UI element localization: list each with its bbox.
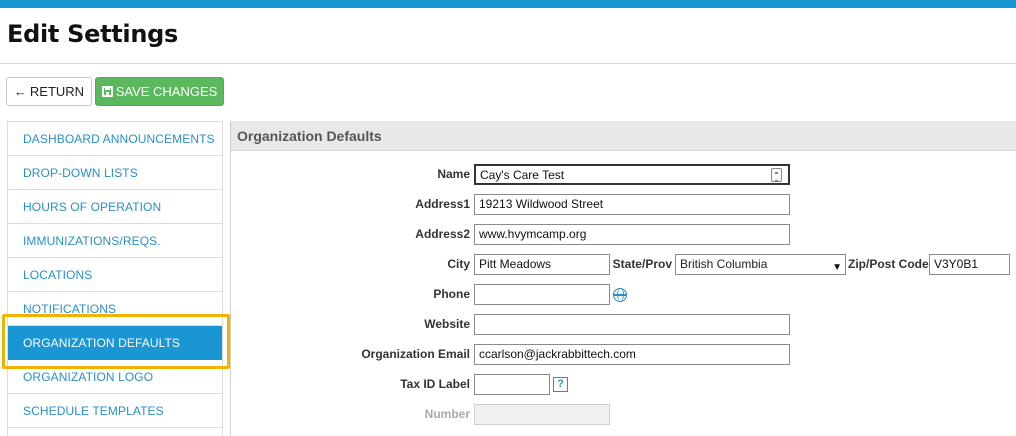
email-label: Organization Email (361, 347, 470, 361)
tax-id-input[interactable] (474, 374, 550, 395)
zip-value: V3Y0B1 (934, 257, 979, 271)
address2-value: www.hvymcamp.org (479, 227, 587, 241)
number-label: Number (424, 407, 470, 421)
sidebar-item-organization-logo[interactable]: ORGANIZATION LOGO (8, 360, 222, 394)
title-divider (0, 63, 1016, 64)
name-label: Name (437, 167, 470, 181)
city-input[interactable]: Pitt Meadows (474, 254, 610, 275)
phone-label: Phone (433, 287, 470, 301)
floppy-disk-icon (101, 86, 113, 97)
address2-label: Address2 (415, 227, 470, 241)
website-label: Website (424, 317, 470, 331)
number-input (474, 404, 610, 425)
state-label: State/Prov (612, 257, 672, 271)
sidebar-item-organization-defaults[interactable]: ORGANIZATION DEFAULTS (8, 326, 222, 360)
address1-input[interactable]: 19213 Wildwood Street (474, 194, 790, 215)
email-value: ccarlson@jackrabbittech.com (479, 347, 636, 361)
sidebar-item-dashboard-announcements[interactable]: DASHBOARD ANNOUNCEMENTS (8, 122, 222, 156)
name-input[interactable]: Cay's Care Test (474, 164, 790, 185)
website-input[interactable] (474, 314, 790, 335)
address2-input[interactable]: www.hvymcamp.org (474, 224, 790, 245)
top-accent-bar (0, 0, 1016, 8)
panel-header: Organization Defaults (231, 121, 1016, 151)
save-changes-button[interactable]: SAVE CHANGES (95, 77, 224, 106)
arrow-left-icon: ← (13, 84, 27, 99)
address1-label: Address1 (415, 197, 470, 211)
return-button[interactable]: ← RETURN (6, 77, 92, 106)
zip-label: Zip/Post Code (848, 257, 929, 271)
state-select[interactable]: British Columbia ▼ (675, 254, 846, 275)
globe-icon[interactable] (613, 288, 627, 302)
city-label: City (447, 257, 470, 271)
chevron-down-icon: ▼ (832, 262, 842, 273)
phone-input[interactable] (474, 284, 610, 305)
sidebar-item-schedule-templates[interactable]: SCHEDULE TEMPLATES (8, 394, 222, 428)
sidebar-item-hours-of-operation[interactable]: HOURS OF OPERATION (8, 190, 222, 224)
sidebar-item-locations[interactable]: LOCATIONS (8, 258, 222, 292)
name-value: Cay's Care Test (480, 168, 565, 182)
settings-sidebar: DASHBOARD ANNOUNCEMENTS DROP-DOWN LISTS … (7, 121, 223, 436)
zip-input[interactable]: V3Y0B1 (929, 254, 1010, 275)
state-value: British Columbia (680, 257, 768, 271)
address1-value: 19213 Wildwood Street (479, 197, 604, 211)
tax-id-label: Tax ID Label (400, 377, 470, 391)
sidebar-item-drop-down-lists[interactable]: DROP-DOWN LISTS (8, 156, 222, 190)
save-button-label: SAVE CHANGES (115, 84, 218, 99)
contact-card-icon[interactable] (771, 168, 782, 182)
email-input[interactable]: ccarlson@jackrabbittech.com (474, 344, 790, 365)
return-button-label: RETURN (29, 84, 85, 99)
sidebar-item-immunizations[interactable]: IMMUNIZATIONS/REQS. (8, 224, 222, 258)
city-value: Pitt Meadows (479, 257, 552, 271)
page-title: Edit Settings (7, 20, 179, 48)
sidebar-item-notifications[interactable]: NOTIFICATIONS (8, 292, 222, 326)
help-icon[interactable]: ? (553, 377, 568, 392)
